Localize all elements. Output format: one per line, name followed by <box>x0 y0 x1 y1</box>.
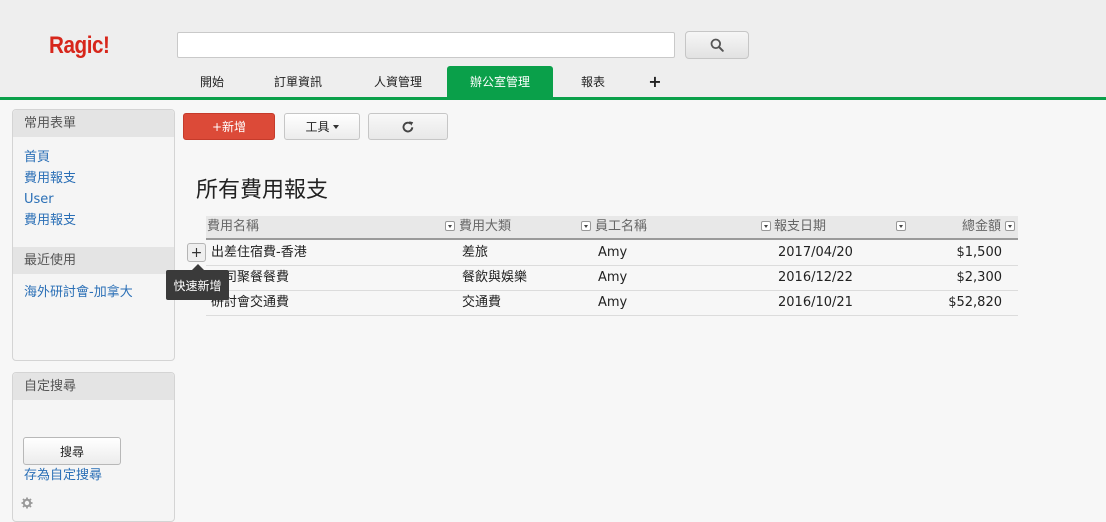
cell-employee: Amy <box>598 295 628 310</box>
column-dropdown-icon[interactable] <box>1005 221 1015 231</box>
cell-total: $52,820 <box>948 295 1002 310</box>
column-dropdown-icon[interactable] <box>896 221 906 231</box>
cell-total: $2,300 <box>956 270 1003 285</box>
search-input[interactable] <box>177 32 675 58</box>
recent-heading: 最近使用 <box>13 247 174 274</box>
cell-total: $1,500 <box>956 245 1003 260</box>
sidebar-item-home[interactable]: 首頁 <box>13 147 174 168</box>
gear-icon[interactable] <box>21 497 33 509</box>
table-row[interactable]: 公司聚餐餐費 餐飲與娛樂 Amy 2016/12/22 $2,300 <box>206 266 1018 291</box>
quick-add-tooltip: 快速新增 <box>166 264 229 300</box>
sidebar-item-expense[interactable]: 費用報支 <box>13 168 174 189</box>
column-dropdown-icon[interactable] <box>445 221 455 231</box>
column-dropdown-icon[interactable] <box>761 221 771 231</box>
cell-category: 餐飲與娛樂 <box>462 270 528 285</box>
sidebar-item-user[interactable]: User <box>13 189 174 210</box>
cell-category: 交通費 <box>462 295 502 310</box>
custom-search-button[interactable]: 搜尋 <box>23 437 121 465</box>
header-accent-line <box>0 97 1106 100</box>
table-row[interactable]: 研討會交通費 交通費 Amy 2016/10/21 $52,820 <box>206 291 1018 316</box>
custom-search-panel: 自定搜尋 搜尋 存為自定搜尋 <box>12 372 175 522</box>
sidebar-forms-panel: 常用表單 首頁 費用報支 User 費用報支 最近使用 海外研討會-加拿大 <box>12 109 175 361</box>
cell-employee: Amy <box>598 245 628 260</box>
app-logo[interactable]: Ragic! <box>49 32 110 60</box>
sidebar-item-expense-2[interactable]: 費用報支 <box>13 210 174 231</box>
search-button[interactable] <box>685 31 749 59</box>
tab-hr[interactable]: 人資管理 <box>349 66 447 97</box>
refresh-icon <box>402 120 414 132</box>
tools-label: 工具 <box>305 120 330 134</box>
cell-category: 差旅 <box>462 245 489 260</box>
caret-down-icon <box>332 124 339 129</box>
favorites-heading: 常用表單 <box>13 110 174 137</box>
column-header-category[interactable]: 費用大類 <box>459 216 511 238</box>
column-header-total[interactable]: 總金額 <box>962 216 1001 238</box>
cell-expense-name: 出差住宿費-香港 <box>211 245 307 260</box>
add-tab-button[interactable]: + <box>633 66 677 97</box>
tab-office[interactable]: 辦公室管理 <box>447 66 553 97</box>
cell-date: 2017/04/20 <box>778 245 853 260</box>
quick-add-button[interactable]: + <box>187 243 206 262</box>
page-title: 所有費用報支 <box>196 178 329 203</box>
recent-item-conference[interactable]: 海外研討會-加拿大 <box>13 282 174 303</box>
save-custom-search-link[interactable]: 存為自定搜尋 <box>13 465 102 486</box>
column-header-employee[interactable]: 員工名稱 <box>595 216 647 238</box>
main-tabs: 開始 訂單資訊 人資管理 辦公室管理 報表 + <box>177 66 677 97</box>
cell-date: 2016/12/22 <box>778 270 853 285</box>
table-header: 費用名稱 費用大類 員工名稱 報支日期 總金額 <box>206 216 1018 240</box>
cell-date: 2016/10/21 <box>778 295 853 310</box>
add-new-button[interactable]: +新增 <box>183 113 275 140</box>
tools-menu-button[interactable]: 工具 <box>284 113 360 140</box>
column-dropdown-icon[interactable] <box>581 221 591 231</box>
cell-employee: Amy <box>598 270 628 285</box>
column-header-expense-name[interactable]: 費用名稱 <box>207 216 259 238</box>
search-icon <box>710 38 724 52</box>
custom-search-heading: 自定搜尋 <box>13 373 174 400</box>
tab-reports[interactable]: 報表 <box>553 66 633 97</box>
tab-start[interactable]: 開始 <box>177 66 247 97</box>
column-header-date[interactable]: 報支日期 <box>774 216 826 238</box>
table-row[interactable]: 出差住宿費-香港 差旅 Amy 2017/04/20 $1,500 <box>206 241 1018 266</box>
tab-orders[interactable]: 訂單資訊 <box>247 66 349 97</box>
refresh-button[interactable] <box>368 113 448 140</box>
